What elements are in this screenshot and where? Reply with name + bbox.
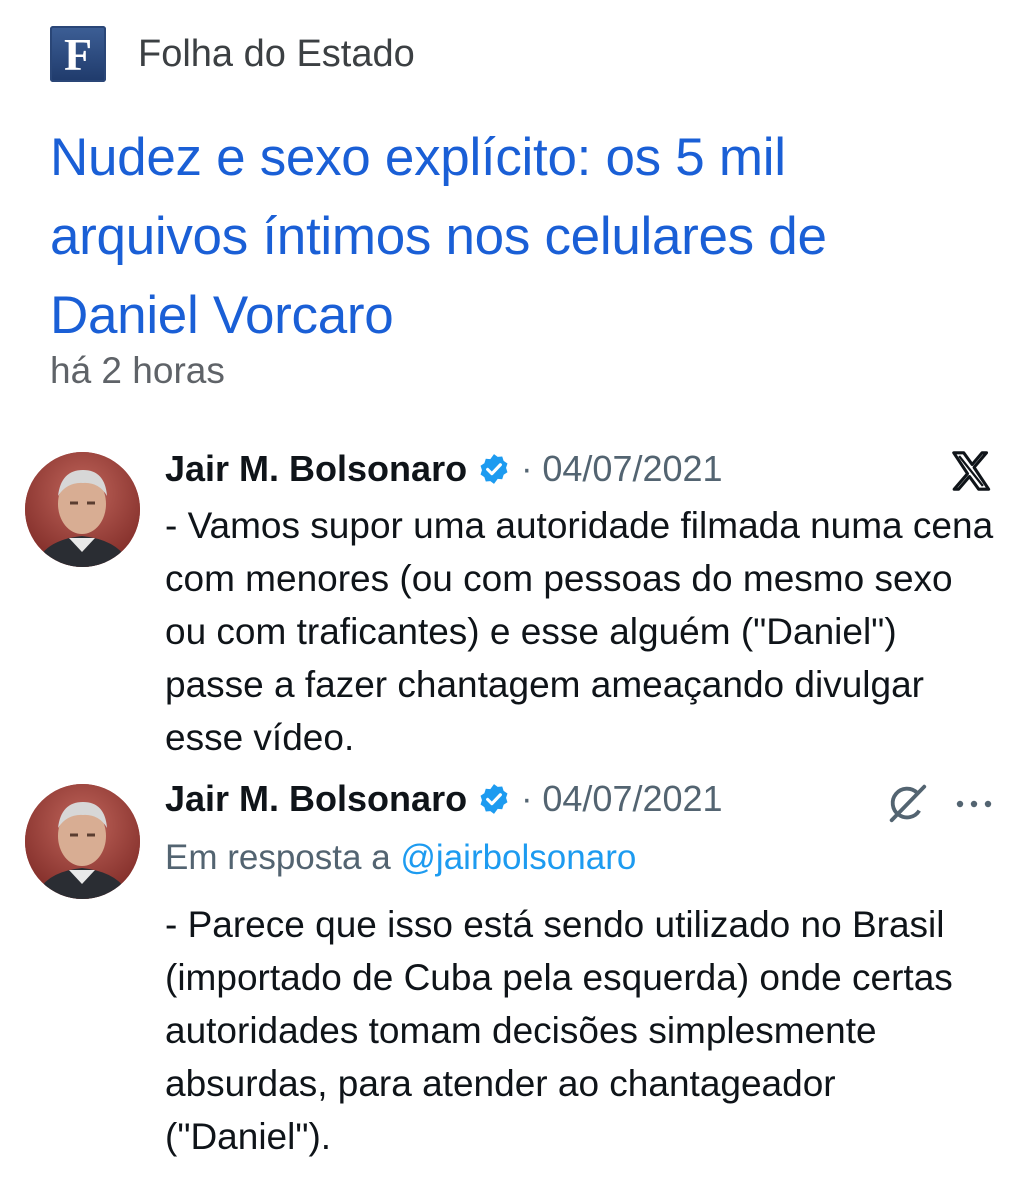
more-options-icon[interactable]: [950, 794, 998, 814]
x-logo-icon: [952, 451, 991, 491]
news-card[interactable]: F Folha do Estado Nudez e sexo explícito…: [0, 0, 1017, 420]
avatar[interactable]: [25, 452, 140, 567]
tweet-text: - Parece que isso está sendo utilizado n…: [165, 904, 953, 1157]
profile-photo: [25, 784, 140, 899]
news-headline[interactable]: Nudez e sexo explícito: os 5 mil arquivo…: [50, 118, 980, 355]
profile-photo: [25, 452, 140, 567]
tweet-2[interactable]: Jair M. Bolsonaro · 04/07/2021 Em respos…: [0, 770, 1017, 1180]
avatar[interactable]: [25, 784, 140, 899]
grok-icon[interactable]: [884, 780, 930, 826]
author-name[interactable]: Jair M. Bolsonaro: [165, 778, 467, 820]
source-name: Folha do Estado: [138, 32, 415, 75]
reply-mention-link[interactable]: @jairbolsonaro: [400, 838, 636, 877]
tweet-header: Jair M. Bolsonaro · 04/07/2021: [165, 448, 723, 490]
verified-badge-icon: [480, 784, 508, 814]
news-timestamp: há 2 horas: [50, 350, 225, 391]
tweet-text: - Vamos supor uma autoridade filmada num…: [165, 505, 994, 758]
separator-dot: ·: [521, 449, 533, 488]
author-name[interactable]: Jair M. Bolsonaro: [165, 448, 467, 490]
reply-prefix: Em resposta a: [165, 838, 391, 877]
newspaper-logo: F: [50, 26, 106, 82]
tweet-1[interactable]: Jair M. Bolsonaro · 04/07/2021 - Vamos s…: [0, 440, 1017, 760]
verified-badge-icon: [480, 454, 508, 484]
tweet-date[interactable]: 04/07/2021: [542, 448, 722, 490]
separator-dot: ·: [521, 779, 533, 818]
reply-context: Em resposta a @jairbolsonaro: [165, 838, 636, 878]
news-source: F Folha do Estado: [50, 26, 415, 82]
tweet-date[interactable]: 04/07/2021: [542, 778, 722, 820]
tweet-header: Jair M. Bolsonaro · 04/07/2021: [165, 778, 723, 820]
